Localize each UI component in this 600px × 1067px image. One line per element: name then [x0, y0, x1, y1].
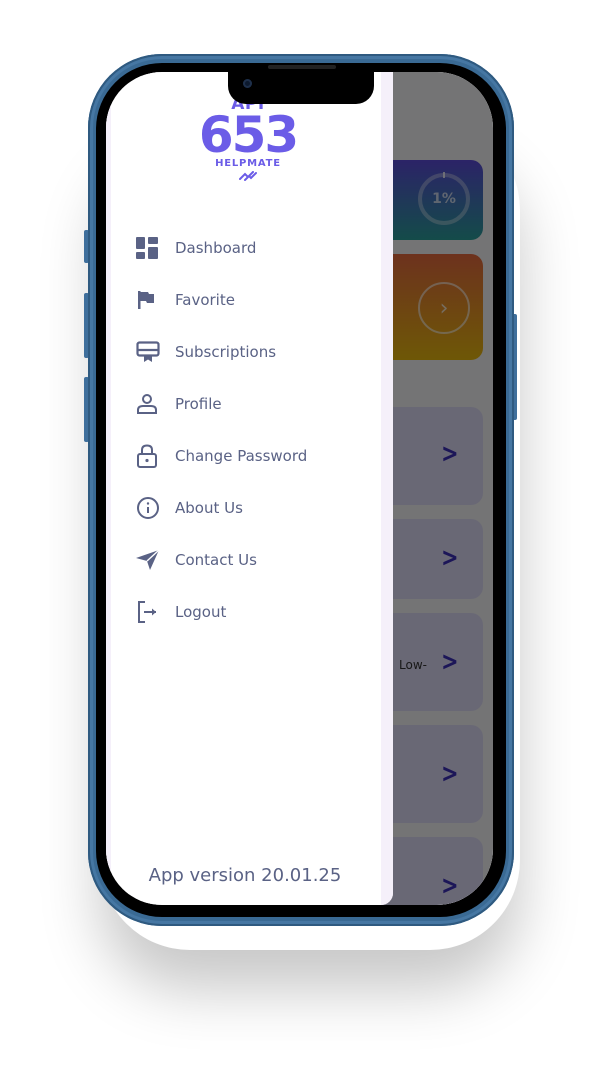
logo-wave-icon	[239, 171, 257, 181]
drawer-menu: Dashboard Favorite Subscriptions Profile…	[136, 222, 307, 638]
flag-icon	[136, 288, 164, 312]
menu-item-profile[interactable]: Profile	[136, 378, 307, 430]
menu-label: Subscriptions	[175, 343, 277, 361]
menu-label: About Us	[175, 499, 243, 517]
user-icon	[136, 392, 164, 416]
menu-label: Profile	[175, 395, 222, 413]
dashboard-icon	[136, 236, 164, 260]
app-version: App version 20.01.25	[148, 865, 342, 886]
drawer-edge-left	[106, 72, 111, 905]
menu-label: Favorite	[175, 291, 235, 309]
phone-screen: 1% › > > Low- > > e > API 653 HE	[106, 72, 493, 905]
menu-item-subscriptions[interactable]: Subscriptions	[136, 326, 307, 378]
menu-item-change-password[interactable]: Change Password	[136, 430, 307, 482]
logout-icon	[136, 600, 164, 624]
card-membership-icon	[136, 340, 164, 364]
lock-icon	[136, 444, 164, 468]
menu-item-dashboard[interactable]: Dashboard	[136, 222, 307, 274]
info-icon	[136, 496, 164, 520]
front-camera	[243, 79, 252, 88]
menu-label: Change Password	[175, 447, 308, 465]
menu-item-favorite[interactable]: Favorite	[136, 274, 307, 326]
app-logo: API 653 HELPMATE	[188, 96, 308, 181]
menu-item-logout[interactable]: Logout	[136, 586, 307, 638]
menu-label: Dashboard	[175, 239, 257, 257]
menu-label: Contact Us	[175, 551, 257, 569]
menu-item-contact-us[interactable]: Contact Us	[136, 534, 307, 586]
menu-item-about-us[interactable]: About Us	[136, 482, 307, 534]
send-icon	[136, 548, 164, 572]
menu-label: Logout	[175, 603, 227, 621]
phone-speaker	[268, 65, 336, 69]
phone-notch	[228, 72, 374, 104]
logo-number-text: 653	[198, 106, 299, 164]
navigation-drawer: API 653 HELPMATE Dashboard Favorite Subs…	[106, 72, 393, 905]
drawer-edge-right	[381, 72, 393, 905]
